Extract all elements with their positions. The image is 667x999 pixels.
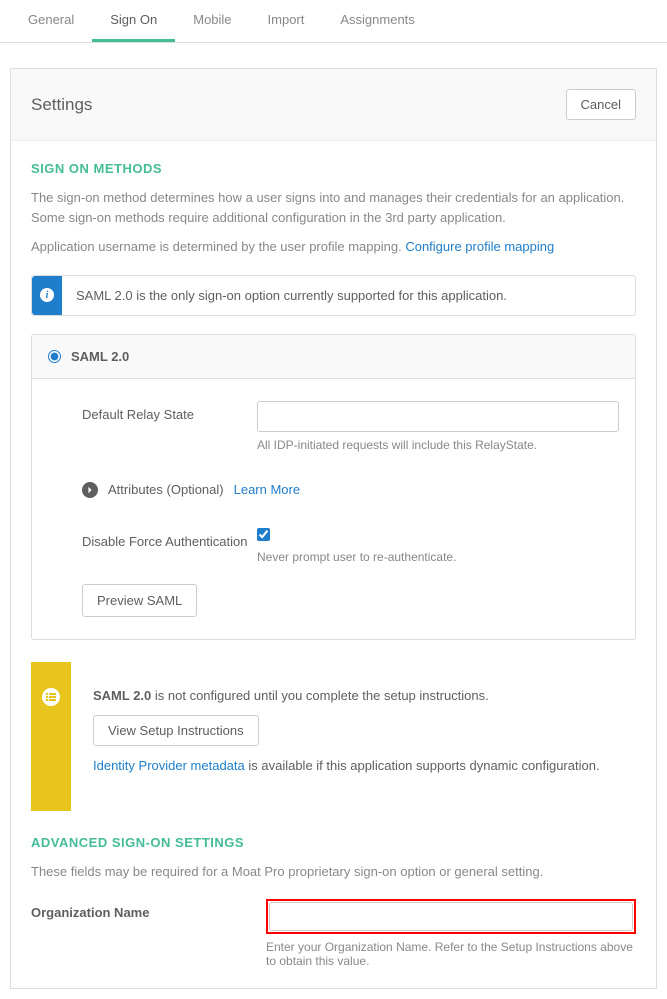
tab-sign-on[interactable]: Sign On bbox=[92, 0, 175, 42]
warning-body: SAML 2.0 is not configured until you com… bbox=[71, 662, 636, 811]
warning-text-line: SAML 2.0 is not configured until you com… bbox=[93, 688, 614, 703]
warning-banner: SAML 2.0 is not configured until you com… bbox=[31, 662, 636, 811]
signon-description-1: The sign-on method determines how a user… bbox=[31, 188, 636, 227]
list-icon bbox=[42, 688, 60, 706]
info-banner: i SAML 2.0 is the only sign-on option cu… bbox=[31, 275, 636, 316]
tab-assignments[interactable]: Assignments bbox=[322, 0, 432, 42]
saml-method-header: SAML 2.0 bbox=[32, 335, 635, 379]
tab-general[interactable]: General bbox=[10, 0, 92, 42]
tabs-bar: General Sign On Mobile Import Assignment… bbox=[0, 0, 667, 43]
info-icon-wrap: i bbox=[32, 276, 62, 315]
saml-method-box: SAML 2.0 Default Relay State All IDP-ini… bbox=[31, 334, 636, 640]
warning-bold: SAML 2.0 bbox=[93, 688, 151, 703]
settings-title: Settings bbox=[31, 95, 92, 115]
settings-panel: Settings Cancel SIGN ON METHODS The sign… bbox=[10, 68, 657, 989]
attributes-learn-more-link[interactable]: Learn More bbox=[234, 482, 300, 497]
chevron-right-icon[interactable] bbox=[82, 482, 98, 498]
signon-methods-heading: SIGN ON METHODS bbox=[31, 161, 636, 176]
organization-name-highlight bbox=[266, 899, 636, 934]
disable-force-checkbox[interactable] bbox=[257, 528, 270, 541]
attributes-row: Attributes (Optional) Learn More bbox=[82, 482, 619, 498]
organization-name-hint: Enter your Organization Name. Refer to t… bbox=[266, 940, 636, 968]
idp-metadata-link[interactable]: Identity Provider metadata bbox=[93, 758, 245, 773]
disable-force-row: Disable Force Authentication Never promp… bbox=[82, 528, 619, 564]
relay-state-input[interactable] bbox=[257, 401, 619, 432]
tab-import[interactable]: Import bbox=[250, 0, 323, 42]
organization-name-input[interactable] bbox=[269, 902, 633, 931]
advanced-section: ADVANCED SIGN-ON SETTINGS These fields m… bbox=[31, 835, 636, 969]
disable-force-hint: Never prompt user to re-authenticate. bbox=[257, 550, 619, 564]
warning-metadata-line: Identity Provider metadata is available … bbox=[93, 758, 614, 773]
organization-name-row: Organization Name Enter your Organizatio… bbox=[31, 899, 636, 968]
cancel-button[interactable]: Cancel bbox=[566, 89, 636, 120]
warning-text: is not configured until you complete the… bbox=[151, 688, 488, 703]
tab-mobile[interactable]: Mobile bbox=[175, 0, 249, 42]
relay-state-label: Default Relay State bbox=[82, 401, 257, 422]
preview-saml-button[interactable]: Preview SAML bbox=[82, 584, 197, 617]
advanced-description: These fields may be required for a Moat … bbox=[31, 862, 636, 882]
saml-method-body: Default Relay State All IDP-initiated re… bbox=[32, 379, 635, 639]
disable-force-label: Disable Force Authentication bbox=[82, 528, 257, 549]
settings-content: SIGN ON METHODS The sign-on method deter… bbox=[11, 140, 656, 988]
configure-profile-mapping-link[interactable]: Configure profile mapping bbox=[405, 239, 554, 254]
attributes-label: Attributes (Optional) bbox=[108, 482, 224, 497]
organization-name-label: Organization Name bbox=[31, 899, 266, 920]
signon-description-2: Application username is determined by th… bbox=[31, 237, 636, 257]
warning-icon-wrap bbox=[31, 662, 71, 811]
advanced-heading: ADVANCED SIGN-ON SETTINGS bbox=[31, 835, 636, 850]
warning-suffix: is available if this application support… bbox=[245, 758, 600, 773]
saml-radio[interactable] bbox=[48, 350, 61, 363]
info-banner-text: SAML 2.0 is the only sign-on option curr… bbox=[62, 276, 521, 315]
view-setup-instructions-button[interactable]: View Setup Instructions bbox=[93, 715, 259, 746]
relay-state-row: Default Relay State All IDP-initiated re… bbox=[82, 401, 619, 452]
info-icon: i bbox=[40, 288, 54, 302]
settings-header: Settings Cancel bbox=[31, 89, 636, 120]
saml-method-label: SAML 2.0 bbox=[71, 349, 129, 364]
relay-state-hint: All IDP-initiated requests will include … bbox=[257, 438, 619, 452]
signon-desc2-text: Application username is determined by th… bbox=[31, 239, 405, 254]
